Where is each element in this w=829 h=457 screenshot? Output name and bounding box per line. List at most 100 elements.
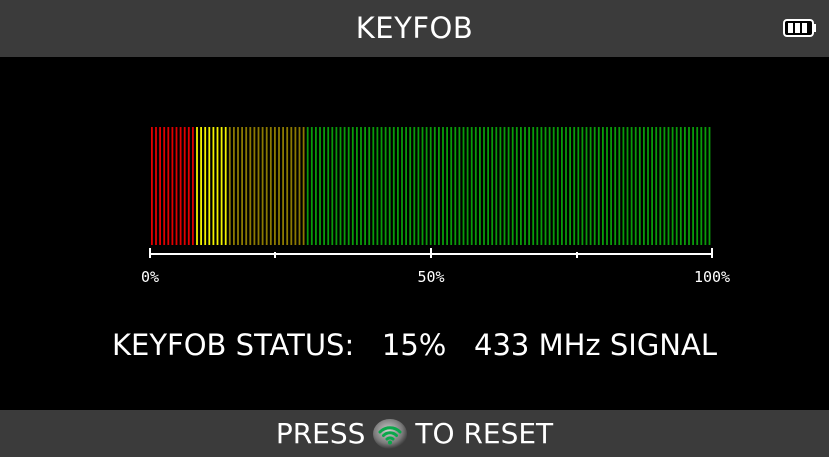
meter-stripe bbox=[208, 127, 211, 245]
meter-stripe bbox=[163, 127, 166, 245]
meter-stripe bbox=[638, 127, 641, 245]
meter-stripe bbox=[569, 127, 571, 245]
meter-stripe bbox=[429, 127, 432, 245]
meter-stripe bbox=[212, 127, 215, 245]
meter-stripe bbox=[671, 127, 674, 245]
meter-stripe bbox=[667, 127, 670, 245]
meter-stripe bbox=[577, 127, 580, 245]
meter-stripe bbox=[335, 127, 338, 245]
meter-stripe bbox=[155, 127, 157, 245]
instruction-prefix: PRESS bbox=[275, 417, 366, 450]
meter-stripe bbox=[552, 127, 555, 245]
meter-stripe bbox=[438, 127, 440, 245]
meter-stripe bbox=[503, 127, 506, 245]
meter-stripe bbox=[458, 127, 461, 245]
meter-stripe bbox=[470, 127, 473, 245]
meter-stripe bbox=[479, 127, 481, 245]
meter-stripe bbox=[483, 127, 485, 245]
meter-stripe bbox=[643, 127, 645, 245]
meter-stripe bbox=[159, 127, 161, 245]
meter-stripe bbox=[224, 127, 227, 245]
status-value: 15% bbox=[381, 328, 447, 362]
meter-stripe bbox=[511, 127, 514, 245]
meter-stripe bbox=[589, 127, 592, 245]
meter-stripe bbox=[310, 127, 313, 245]
meter-stripe bbox=[655, 127, 658, 245]
meter-stripe bbox=[606, 127, 608, 245]
meter-stripe bbox=[626, 127, 629, 245]
meter-stripe bbox=[659, 127, 662, 245]
meter-stripe bbox=[499, 127, 502, 245]
meter-stripe bbox=[425, 127, 428, 245]
meter-stripe bbox=[622, 127, 625, 245]
meter-stripe bbox=[466, 127, 469, 245]
meter-stripe bbox=[298, 127, 301, 245]
meter-stripe bbox=[286, 127, 289, 245]
meter-stripe bbox=[401, 127, 403, 245]
meter-stripe bbox=[417, 127, 420, 245]
meter-stripe bbox=[151, 127, 153, 245]
wireless-button-icon[interactable] bbox=[371, 417, 409, 451]
meter-stripe bbox=[196, 127, 198, 245]
meter-stripe bbox=[392, 127, 395, 245]
meter-stripe bbox=[696, 127, 699, 245]
status-signal: 433 MHz SIGNAL bbox=[474, 328, 717, 362]
meter-stripe bbox=[282, 127, 284, 245]
meter-stripe bbox=[274, 127, 276, 245]
meter-stripe bbox=[524, 127, 526, 245]
meter-stripe bbox=[708, 127, 711, 245]
meter-stripe bbox=[515, 127, 518, 245]
meter-stripe bbox=[306, 127, 309, 245]
meter-stripe bbox=[491, 127, 494, 245]
meter-stripe bbox=[532, 127, 535, 245]
meter-stripe bbox=[183, 127, 186, 245]
title-bar: KEYFOB bbox=[0, 0, 829, 57]
meter-stripe bbox=[294, 127, 297, 245]
meter-stripe bbox=[167, 127, 170, 245]
instruction-bar: PRESS TO RESET bbox=[0, 410, 829, 457]
meter-stripe bbox=[507, 127, 510, 245]
meter-stripe bbox=[487, 127, 489, 245]
meter-stripe bbox=[204, 127, 207, 245]
meter-stripe bbox=[339, 127, 342, 245]
meter-stripe bbox=[540, 127, 543, 245]
meter-stripe bbox=[278, 127, 280, 245]
meter-stripe bbox=[679, 127, 682, 245]
meter-stripe bbox=[245, 127, 248, 245]
meter-stripe bbox=[548, 127, 551, 245]
meter-stripe bbox=[200, 127, 202, 245]
meter-stripe bbox=[520, 127, 522, 245]
meter-stripe bbox=[372, 127, 375, 245]
meter-stripe bbox=[241, 127, 243, 245]
meter-stripe bbox=[261, 127, 264, 245]
meter-stripe bbox=[257, 127, 260, 245]
meter-stripe bbox=[692, 127, 694, 245]
scale-label-max: 100% bbox=[694, 268, 730, 286]
meter-stripe bbox=[388, 127, 391, 245]
meter-stripe bbox=[573, 127, 576, 245]
meter-stripe bbox=[356, 127, 358, 245]
meter-stripe bbox=[462, 127, 465, 245]
meter-stripe bbox=[688, 127, 690, 245]
meter-stripe bbox=[446, 127, 448, 245]
meter-stripe bbox=[302, 127, 305, 245]
meter-stripe bbox=[663, 127, 666, 245]
meter-stripe bbox=[433, 127, 436, 245]
meter-stripe bbox=[327, 127, 330, 245]
meter-stripe bbox=[614, 127, 617, 245]
meter-stripe bbox=[700, 127, 703, 245]
meter-stripe bbox=[171, 127, 174, 245]
meter-stripe bbox=[323, 127, 325, 245]
keyfob-screen: KEYFOB 0% 50% 100% KEYFOB STATUS: 15% 43… bbox=[0, 0, 829, 457]
meter-stripe bbox=[265, 127, 268, 245]
meter-stripe bbox=[376, 127, 379, 245]
meter-stripe bbox=[565, 127, 567, 245]
meter-stripe bbox=[597, 127, 600, 245]
meter-stripe bbox=[405, 127, 407, 245]
meter-stripe bbox=[421, 127, 424, 245]
meter-stripe bbox=[450, 127, 453, 245]
meter-stripe bbox=[528, 127, 530, 245]
meter-stripe bbox=[175, 127, 178, 245]
meter-stripe bbox=[216, 127, 219, 245]
meter-stripe bbox=[495, 127, 498, 245]
